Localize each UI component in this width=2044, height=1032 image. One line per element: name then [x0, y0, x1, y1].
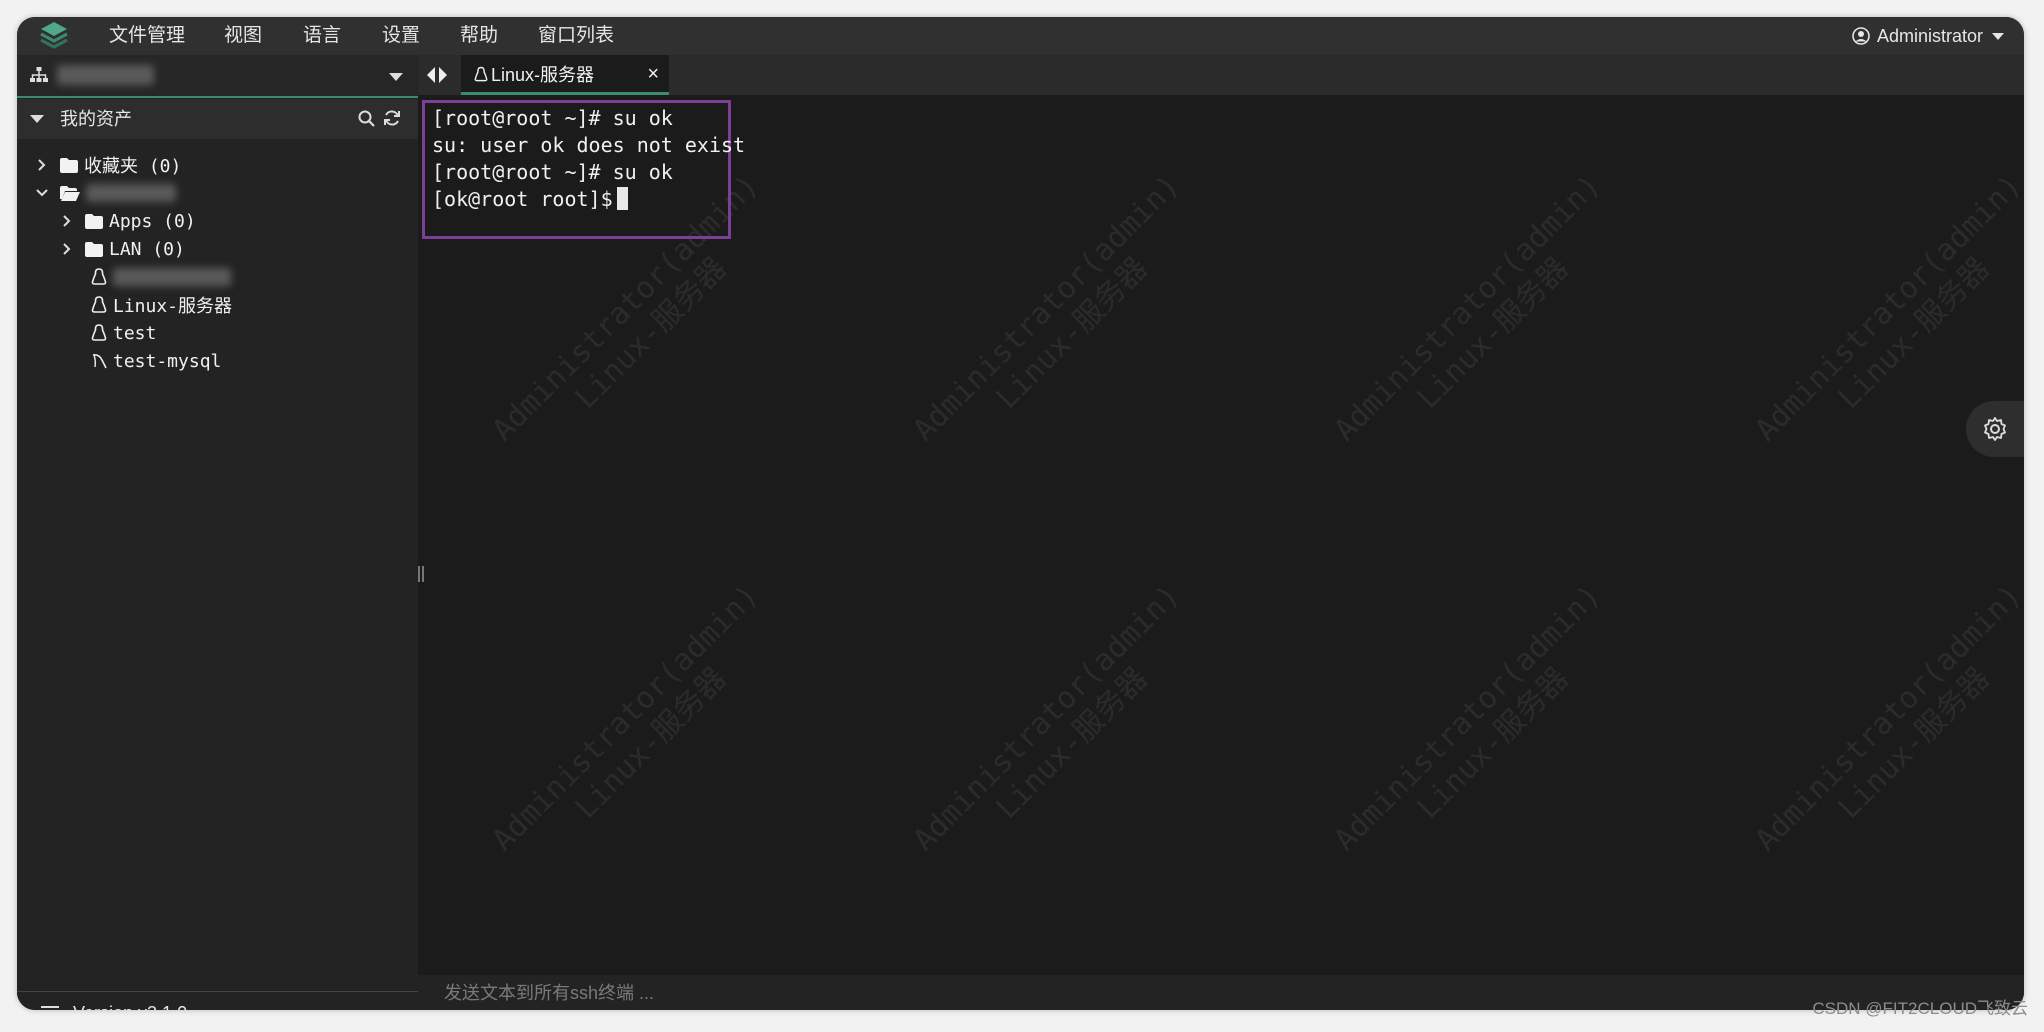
- menu-window-list[interactable]: 窗口列表: [538, 23, 614, 49]
- tree-item-test[interactable]: test: [91, 320, 156, 346]
- menu-help[interactable]: 帮助: [460, 23, 498, 49]
- credit-watermark: CSDN @FIT2CLOUD飞致云: [1812, 999, 2028, 1018]
- terminal-prompt: [ok@root root]$: [432, 187, 613, 211]
- folder-open-icon: [60, 185, 80, 201]
- send-to-all-input[interactable]: [442, 980, 1646, 1006]
- main-area: Linux-服务器 × Administrator(admin) Linux-服…: [418, 55, 2024, 1010]
- tree-item-label: Apps (0): [109, 210, 196, 232]
- search-icon[interactable]: [358, 110, 376, 128]
- tree-item-lan[interactable]: LAN (0): [57, 236, 185, 262]
- folder-icon: [60, 157, 78, 173]
- watermark: Administrator(admin) Linux-服务器: [1327, 168, 1633, 474]
- linux-icon: [91, 296, 107, 313]
- folder-icon: [85, 213, 103, 229]
- menu-view[interactable]: 视图: [224, 23, 262, 49]
- gear-icon: [1984, 417, 2006, 441]
- workspace-name-redacted: [57, 65, 154, 85]
- menu-file-manager[interactable]: 文件管理: [109, 23, 185, 49]
- folder-name-redacted: [86, 184, 176, 202]
- menu-language[interactable]: 语言: [303, 23, 341, 49]
- watermark: Administrator(admin) Linux-服务器: [906, 168, 1212, 474]
- send-to-all-bar: [418, 975, 2024, 1010]
- watermark: Administrator(admin) Linux-服务器: [1748, 578, 2024, 884]
- chevron-down-icon[interactable]: [389, 73, 403, 81]
- menu-settings[interactable]: 设置: [382, 23, 420, 49]
- watermark-user: Administrator(admin): [906, 577, 1187, 859]
- panel-resize-handle[interactable]: [418, 566, 424, 582]
- tree-item-favorites[interactable]: 收藏夹 (0): [32, 152, 181, 178]
- terminal-line: su: user ok does not exist: [432, 133, 746, 157]
- terminal-settings-button[interactable]: [1966, 401, 2024, 457]
- terminal-line: [root@root ~]# su ok: [432, 106, 673, 130]
- tree-item-test-mysql[interactable]: test-mysql: [91, 348, 221, 374]
- watermark-user: Administrator(admin): [485, 577, 766, 859]
- watermark: Administrator(admin) Linux-服务器: [485, 578, 791, 884]
- tree-item-label: LAN (0): [109, 238, 185, 260]
- assets-title: 我的资产: [60, 109, 132, 129]
- watermark-user: Administrator(admin): [1327, 577, 1608, 859]
- tree-item-label: 收藏夹 (0): [84, 156, 182, 177]
- watermark-asset: Linux-服务器: [989, 660, 1155, 826]
- chevron-right-icon[interactable]: [57, 215, 77, 227]
- watermark-user: Administrator(admin): [1327, 167, 1608, 449]
- tree-item-root-folder[interactable]: [32, 180, 176, 206]
- watermark-user: Administrator(admin): [906, 167, 1187, 449]
- watermark-asset: Linux-服务器: [1410, 660, 1576, 826]
- chevron-down-icon: [1992, 32, 2004, 40]
- watermark-asset: Linux-服务器: [989, 250, 1155, 416]
- tab-label: Linux-服务器: [491, 65, 595, 85]
- terminal-prompt-line: [ok@root root]$: [432, 186, 745, 213]
- watermark-user: Administrator(admin): [1748, 577, 2024, 859]
- watermark: Administrator(admin) Linux-服务器: [1327, 578, 1633, 884]
- sidebar: 我的资产 收藏夹 (0) Apps (0) LAN (0) Linux-服务器 …: [17, 55, 418, 1010]
- terminal[interactable]: Administrator(admin) Linux-服务器 Administr…: [418, 95, 2024, 932]
- tab-linux-server[interactable]: Linux-服务器 ×: [461, 55, 669, 95]
- host-name-redacted: [113, 268, 231, 286]
- tab-prev-icon[interactable]: [427, 67, 435, 83]
- tree-item-linux-server[interactable]: Linux-服务器: [91, 292, 232, 318]
- tab-bar: Linux-服务器 ×: [418, 55, 2024, 95]
- watermark: Administrator(admin) Linux-服务器: [906, 578, 1212, 884]
- tree-item-apps[interactable]: Apps (0): [57, 208, 196, 234]
- folder-icon: [85, 241, 103, 257]
- chevron-right-icon[interactable]: [32, 159, 52, 171]
- chevron-down-icon[interactable]: [32, 188, 52, 198]
- linux-icon: [91, 268, 107, 285]
- mysql-icon: [92, 354, 107, 369]
- app-window: 文件管理 视图 语言 设置 帮助 窗口列表 Administrator 我的资产…: [17, 17, 2024, 1010]
- assets-header: 我的资产: [17, 99, 418, 139]
- user-avatar-icon: [1852, 27, 1870, 45]
- user-menu[interactable]: Administrator: [1852, 23, 2004, 49]
- chevron-right-icon[interactable]: [57, 243, 77, 255]
- caret-down-icon[interactable]: [30, 115, 44, 123]
- user-name: Administrator: [1876, 26, 1983, 46]
- terminal-line: [root@root ~]# su ok: [432, 160, 673, 184]
- sitemap-icon: [30, 67, 48, 82]
- tree-item-label: Linux-服务器: [113, 296, 233, 317]
- refresh-icon[interactable]: [383, 109, 401, 127]
- linux-icon: [474, 66, 488, 82]
- tab-navigation: [427, 67, 447, 83]
- version-label: Version v3.1.0: [73, 1002, 187, 1010]
- logo-icon: [40, 22, 68, 49]
- close-icon[interactable]: ×: [647, 63, 659, 85]
- tree-item-label: test: [113, 322, 157, 344]
- tree-item-label: test-mysql: [113, 350, 222, 372]
- watermark-asset: Linux-服务器: [568, 660, 734, 826]
- menubar: 文件管理 视图 语言 设置 帮助 窗口列表 Administrator: [17, 17, 2024, 55]
- tab-next-icon[interactable]: [439, 67, 447, 83]
- terminal-output: [root@root ~]# su ok su: user ok does not…: [432, 105, 745, 213]
- tree-item-redacted-host[interactable]: [91, 264, 231, 290]
- workspace-selector[interactable]: [17, 55, 418, 98]
- watermark-asset: Linux-服务器: [1410, 250, 1576, 416]
- version-bar: Version v3.1.0: [17, 991, 418, 1010]
- linux-icon: [91, 324, 107, 341]
- list-indent-icon[interactable]: [41, 1005, 59, 1010]
- terminal-cursor: [616, 187, 628, 210]
